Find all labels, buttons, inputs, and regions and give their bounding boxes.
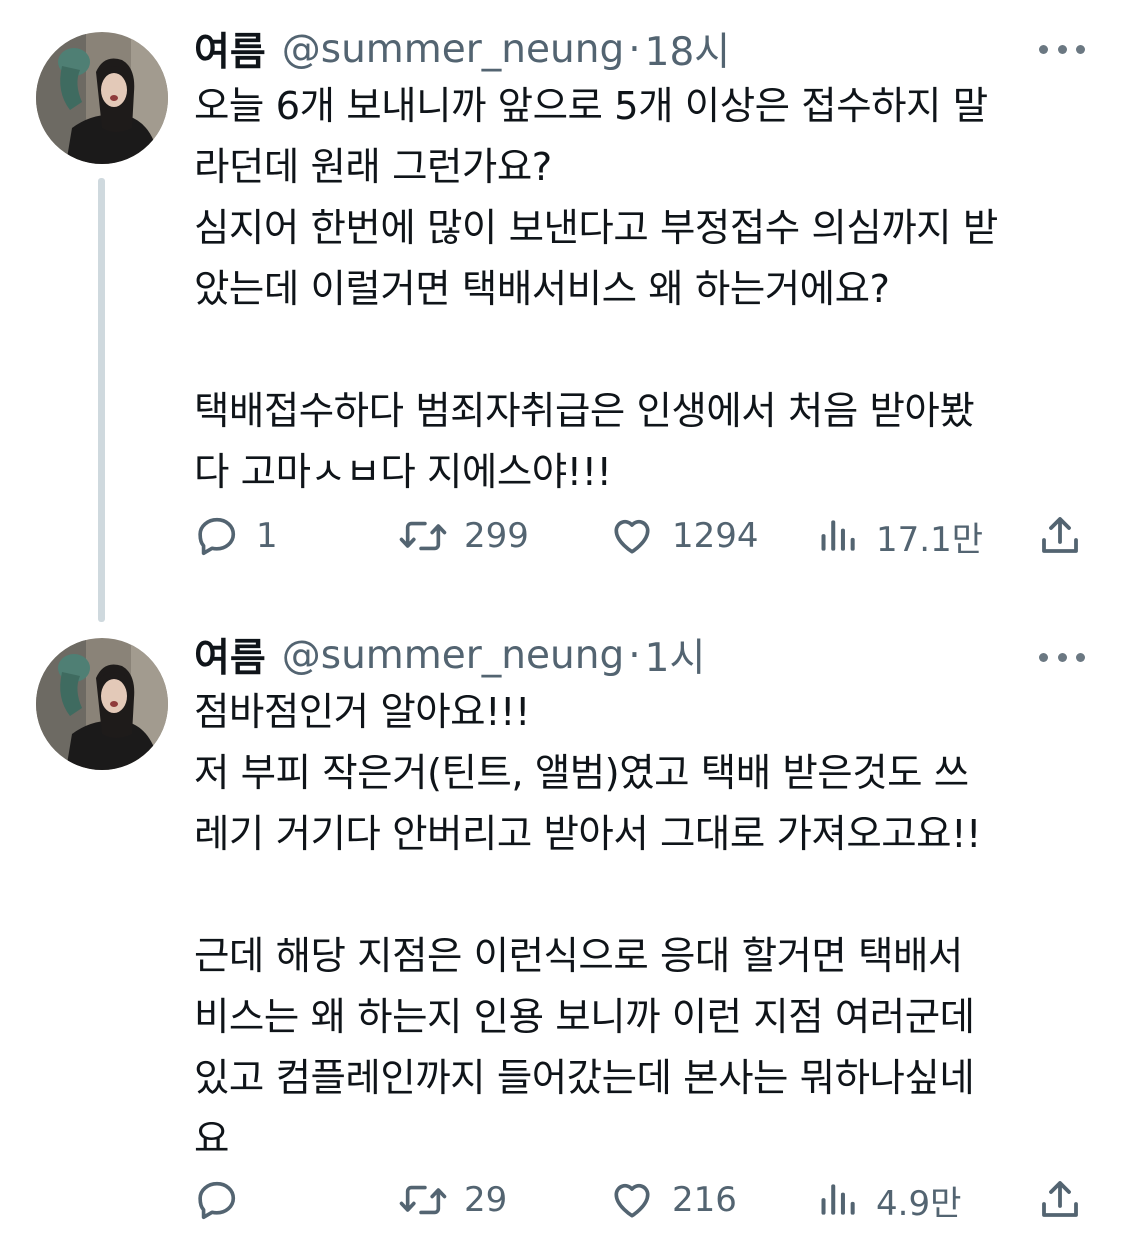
views-button[interactable]: 4.9만 <box>816 1170 961 1230</box>
timestamp[interactable]: 18시 <box>645 21 731 77</box>
tweet[interactable]: 여름 @summer_neung · 1시 점바점인거 알아요!!! 저 부피 … <box>0 622 1125 1244</box>
display-name[interactable]: 여름 <box>194 627 266 683</box>
like-button[interactable]: 1294 <box>608 506 759 566</box>
reply-icon <box>198 517 236 556</box>
separator-dot: · <box>628 632 641 678</box>
retweet-count: 29 <box>464 1180 508 1220</box>
avatar-image <box>36 638 168 770</box>
like-count: 1294 <box>672 516 759 556</box>
action-bar: 29 216 4.9만 <box>0 1170 1125 1230</box>
action-bar: 1 299 1294 17.1만 <box>0 506 1125 566</box>
display-name[interactable]: 여름 <box>194 21 266 77</box>
views-icon <box>821 1184 855 1215</box>
reply-icon <box>198 1181 236 1220</box>
like-count: 216 <box>672 1180 737 1220</box>
views-button[interactable]: 17.1만 <box>816 506 983 566</box>
share-button[interactable] <box>1036 1170 1084 1230</box>
reply-button[interactable]: 1 <box>194 506 278 566</box>
more-icon[interactable] <box>1039 650 1085 664</box>
timestamp[interactable]: 1시 <box>645 627 706 683</box>
avatar[interactable] <box>36 638 168 770</box>
share-icon <box>1042 517 1078 553</box>
share-icon <box>1042 1181 1078 1217</box>
more-icon[interactable] <box>1039 42 1085 56</box>
view-count: 17.1만 <box>876 519 983 560</box>
avatar-image <box>36 32 168 164</box>
retweet-button[interactable]: 29 <box>398 1170 507 1230</box>
like-icon <box>614 1183 650 1218</box>
view-count: 4.9만 <box>876 1183 962 1224</box>
tweet[interactable]: 여름 @summer_neung · 18시 오늘 6개 보내니까 앞으로 5개… <box>0 0 1125 622</box>
reply-button[interactable] <box>194 1170 256 1230</box>
user-handle[interactable]: @summer_neung <box>282 27 624 72</box>
views-icon <box>821 520 855 551</box>
tweet-text: 오늘 6개 보내니까 앞으로 5개 이상은 접수하지 말 라던데 원래 그런가요… <box>194 84 998 495</box>
like-icon <box>614 519 650 554</box>
separator-dot: · <box>628 26 641 72</box>
retweet-icon <box>399 521 447 551</box>
retweet-button[interactable]: 299 <box>398 506 529 566</box>
user-handle[interactable]: @summer_neung <box>282 633 624 678</box>
reply-count: 1 <box>256 516 278 556</box>
like-button[interactable]: 216 <box>608 1170 737 1230</box>
retweet-count: 299 <box>464 516 529 556</box>
retweet-icon <box>399 1185 447 1215</box>
tweet-text: 점바점인거 알아요!!! 저 부피 작은거(틴트, 앨범)였고 택배 받은것도 … <box>194 690 981 1162</box>
avatar[interactable] <box>36 32 168 164</box>
share-button[interactable] <box>1036 506 1084 566</box>
tweet-header: 여름 @summer_neung · 1시 <box>194 627 706 683</box>
tweet-header: 여름 @summer_neung · 18시 <box>194 21 731 77</box>
